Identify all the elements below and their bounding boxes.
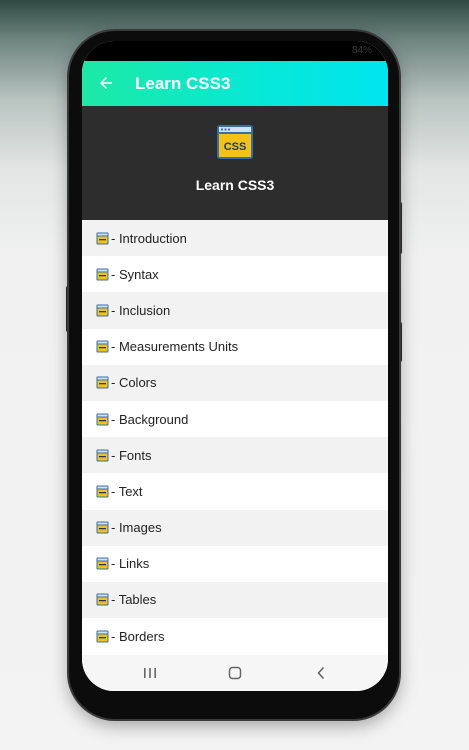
- list-item-label: - Images: [111, 520, 162, 536]
- list-item-label: - Text: [111, 483, 143, 499]
- app-bar-title: Learn CSS3: [135, 74, 231, 93]
- css-file-icon: [96, 376, 109, 389]
- list-item[interactable]: - Introduction: [82, 220, 388, 257]
- list-item[interactable]: - Inclusion: [82, 292, 388, 329]
- list-item[interactable]: - Borders: [82, 618, 388, 655]
- list-item-label: - Inclusion: [111, 302, 171, 318]
- css-file-icon: [96, 304, 109, 317]
- list-item[interactable]: - Colors: [82, 364, 388, 401]
- css-file-icon: [96, 557, 109, 570]
- list-item-label: - Links: [111, 556, 150, 572]
- phone-screen: 84% Learn CSS3 CSS Learn CSS3 - Introduc…: [82, 41, 388, 691]
- list-item[interactable]: - Measurements Units: [82, 328, 388, 365]
- home-icon: [228, 666, 242, 680]
- css-logo-text: CSS: [224, 141, 247, 153]
- css-file-icon: [96, 413, 109, 426]
- list-item[interactable]: - Syntax: [82, 256, 388, 293]
- app-bar: Learn CSS3: [82, 61, 388, 106]
- nav-back-button[interactable]: [306, 661, 336, 685]
- battery-text: 84%: [351, 45, 372, 56]
- css-file-icon: [96, 593, 109, 606]
- list-item-label: - Syntax: [111, 266, 159, 282]
- css-file-icon: [96, 449, 109, 462]
- back-button[interactable]: [92, 69, 120, 97]
- css-file-icon: [96, 630, 109, 643]
- list-item-label: - Borders: [111, 628, 165, 644]
- css-file-icon: [96, 232, 109, 245]
- list-item[interactable]: - Background: [82, 400, 388, 438]
- topics-list: - Introduction - Syntax - Inclusion - Measu…: [82, 220, 388, 655]
- css-file-icon: [96, 485, 109, 498]
- recent-apps-button[interactable]: [135, 661, 165, 685]
- list-item[interactable]: - Images: [82, 509, 388, 546]
- list-item-label: - Colors: [111, 375, 157, 391]
- header-title: Learn CSS3: [195, 177, 275, 193]
- list-item-label: - Introduction: [111, 230, 187, 246]
- status-bar: 84%: [82, 41, 388, 61]
- list-item[interactable]: - Text: [82, 473, 388, 510]
- list-item[interactable]: - Links: [82, 545, 388, 582]
- back-chevron-icon: [317, 666, 325, 680]
- list-item-label: - Tables: [111, 592, 157, 608]
- list-item-label: - Measurements Units: [111, 339, 239, 355]
- recent-apps-icon: [144, 668, 156, 678]
- list-item[interactable]: - Tables: [82, 581, 388, 619]
- list-item-label: - Fonts: [111, 447, 152, 463]
- css-file-icon: [96, 340, 109, 353]
- arrow-left-icon: [100, 77, 112, 89]
- list-item[interactable]: - Fonts: [82, 437, 388, 474]
- css-file-icon: [96, 521, 109, 534]
- list-item-label: - Background: [111, 411, 189, 427]
- navigation-bar: [82, 655, 388, 691]
- header-banner: CSS Learn CSS3: [82, 106, 388, 220]
- css-file-icon: [96, 268, 109, 281]
- home-button[interactable]: [220, 661, 250, 685]
- css-browser-window-icon: CSS: [217, 125, 253, 159]
